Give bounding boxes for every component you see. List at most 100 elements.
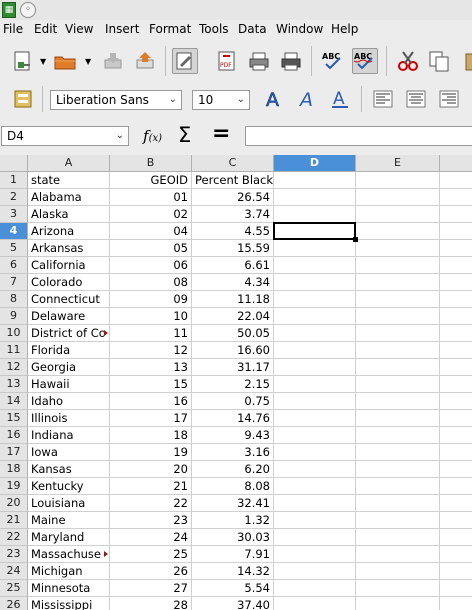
empty-cell[interactable]	[274, 376, 356, 393]
row-header[interactable]: 20	[0, 495, 28, 512]
data-cell-pct[interactable]: 6.20	[192, 461, 274, 478]
data-cell-geoid[interactable]: 16	[110, 393, 192, 410]
styles-icon[interactable]	[10, 86, 36, 112]
empty-cell[interactable]	[274, 512, 356, 529]
empty-cell[interactable]	[356, 512, 440, 529]
data-cell-state[interactable]: Florida	[28, 342, 110, 359]
empty-cell[interactable]	[356, 223, 440, 240]
empty-cell[interactable]	[274, 461, 356, 478]
data-cell-pct[interactable]: 11.18	[192, 291, 274, 308]
row-header[interactable]: 8	[0, 291, 28, 308]
data-cell-pct[interactable]: 5.54	[192, 580, 274, 597]
data-cell-geoid[interactable]: 08	[110, 274, 192, 291]
data-cell-pct[interactable]: 1.32	[192, 512, 274, 529]
data-cell-pct[interactable]: 3.16	[192, 444, 274, 461]
cut-icon[interactable]	[395, 48, 421, 74]
underline-icon[interactable]: A	[328, 86, 354, 112]
autospellcheck-icon[interactable]: ABC	[352, 48, 378, 74]
name-box[interactable]: D4 ⌄	[1, 126, 129, 146]
data-cell-state[interactable]: Mississippi	[28, 597, 110, 610]
row-header[interactable]: 21	[0, 512, 28, 529]
menu-edit[interactable]: Edit	[34, 22, 57, 36]
menu-help[interactable]: Help	[331, 22, 358, 36]
column-header-a[interactable]: A	[28, 155, 110, 172]
data-cell-pct[interactable]: 14.32	[192, 563, 274, 580]
fill-handle[interactable]	[353, 237, 358, 242]
data-cell-state[interactable]: Colorado	[28, 274, 110, 291]
row-header[interactable]: 24	[0, 563, 28, 580]
empty-cell[interactable]	[356, 291, 440, 308]
column-header-b[interactable]: B	[110, 155, 192, 172]
data-cell-pct[interactable]: 0.75	[192, 393, 274, 410]
row-header[interactable]: 11	[0, 342, 28, 359]
data-cell-state[interactable]: Alaska	[28, 206, 110, 223]
empty-cell[interactable]	[356, 274, 440, 291]
data-cell-state[interactable]: Louisiana	[28, 495, 110, 512]
data-cell-geoid[interactable]: 28	[110, 597, 192, 610]
empty-cell[interactable]	[440, 172, 472, 189]
data-cell-pct[interactable]: 30.03	[192, 529, 274, 546]
formula-input[interactable]	[245, 126, 472, 146]
data-cell-state[interactable]: Indiana	[28, 427, 110, 444]
data-cell-state[interactable]: Kansas	[28, 461, 110, 478]
sum-icon[interactable]: Σ	[178, 123, 191, 147]
data-cell-state[interactable]: Iowa	[28, 444, 110, 461]
row-header[interactable]: 16	[0, 427, 28, 444]
data-cell-state[interactable]: Maryland	[28, 529, 110, 546]
function-wizard-icon[interactable]: f(x)	[143, 127, 162, 145]
edit-mode-icon[interactable]	[172, 48, 198, 74]
data-cell-geoid[interactable]: 05	[110, 240, 192, 257]
select-all-corner[interactable]	[0, 155, 28, 172]
spelling-icon[interactable]: ABC	[320, 48, 346, 74]
empty-cell[interactable]	[274, 580, 356, 597]
italic-icon[interactable]: A	[296, 86, 322, 112]
data-cell-pct[interactable]: 16.60	[192, 342, 274, 359]
empty-cell[interactable]	[274, 546, 356, 563]
empty-cell[interactable]	[356, 529, 440, 546]
new-document-icon[interactable]	[10, 48, 36, 74]
data-cell-geoid[interactable]: 15	[110, 376, 192, 393]
data-cell-pct[interactable]: 15.59	[192, 240, 274, 257]
data-cell-pct[interactable]: 2.15	[192, 376, 274, 393]
data-cell-geoid[interactable]: 12	[110, 342, 192, 359]
column-header-d[interactable]: D	[274, 155, 356, 172]
data-cell-pct[interactable]: 26.54	[192, 189, 274, 206]
empty-cell[interactable]	[356, 580, 440, 597]
empty-cell[interactable]	[440, 427, 472, 444]
data-cell-geoid[interactable]: 22	[110, 495, 192, 512]
empty-cell[interactable]	[274, 359, 356, 376]
bold-icon[interactable]: A	[262, 86, 288, 112]
empty-cell[interactable]	[274, 410, 356, 427]
data-cell-state[interactable]: Massachuse	[28, 546, 110, 563]
paste-icon[interactable]	[458, 48, 472, 74]
empty-cell[interactable]	[440, 495, 472, 512]
calc-app-icon[interactable]: ▦	[2, 2, 16, 18]
data-cell-geoid[interactable]: 24	[110, 529, 192, 546]
data-cell-state[interactable]: Minnesota	[28, 580, 110, 597]
empty-cell[interactable]	[440, 444, 472, 461]
empty-cell[interactable]	[440, 580, 472, 597]
print-icon[interactable]	[246, 48, 272, 74]
empty-cell[interactable]	[440, 393, 472, 410]
empty-cell[interactable]	[274, 240, 356, 257]
column-header-e[interactable]: E	[356, 155, 440, 172]
empty-cell[interactable]	[440, 223, 472, 240]
data-cell-geoid[interactable]: 02	[110, 206, 192, 223]
empty-cell[interactable]	[274, 308, 356, 325]
data-cell-state[interactable]: Kentucky	[28, 478, 110, 495]
column-header-f[interactable]	[440, 155, 472, 172]
data-cell-state[interactable]: Idaho	[28, 393, 110, 410]
empty-cell[interactable]	[440, 512, 472, 529]
empty-cell[interactable]	[356, 444, 440, 461]
data-cell-geoid[interactable]: 13	[110, 359, 192, 376]
export-pdf-icon[interactable]: PDF	[214, 48, 240, 74]
empty-cell[interactable]	[274, 597, 356, 610]
menu-format[interactable]: Format	[149, 22, 191, 36]
empty-cell[interactable]	[274, 189, 356, 206]
empty-cell[interactable]	[356, 478, 440, 495]
data-cell-pct[interactable]: 37.40	[192, 597, 274, 610]
data-cell-geoid[interactable]: 26	[110, 563, 192, 580]
data-cell-pct[interactable]: 50.05	[192, 325, 274, 342]
empty-cell[interactable]	[356, 342, 440, 359]
empty-cell[interactable]	[274, 563, 356, 580]
